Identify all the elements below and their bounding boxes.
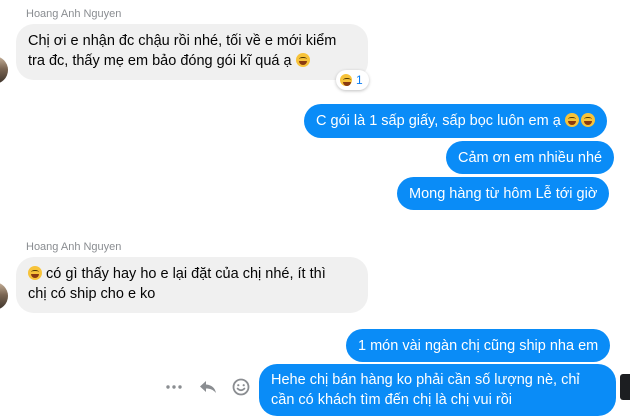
incoming-message-bubble[interactable]: có gì thấy hay ho e lại đặt của chị nhé,… xyxy=(16,257,368,313)
outgoing-message-bubble[interactable]: Hehe chị bán hàng ko phải cần số lượng n… xyxy=(259,364,616,416)
more-options-icon[interactable] xyxy=(163,376,185,398)
outgoing-message-bubble[interactable]: C gói là 1 sấp giấy, sấp bọc luôn em ạ xyxy=(304,104,607,138)
message-text: Mong hàng từ hôm Lễ tới giờ xyxy=(409,186,598,202)
reaction-badge[interactable]: 1 xyxy=(336,70,369,90)
message-text-line: Chị ơi e nhận đc chậu rồi nhé, tối về e … xyxy=(28,33,337,49)
laughing-emoji-icon xyxy=(28,266,42,280)
laughing-emoji-icon xyxy=(580,113,595,127)
outgoing-message-bubble[interactable]: 1 món vài ngàn chị cũng ship nha em xyxy=(346,329,611,362)
reply-icon[interactable] xyxy=(197,376,219,398)
laughing-emoji-icon xyxy=(295,53,310,67)
sender-name: Hoang Anh Nguyen xyxy=(26,8,122,20)
message-text: C gói là 1 sấp giấy, sấp bọc luôn em ạ xyxy=(316,113,561,129)
reaction-count: 1 xyxy=(356,73,363,87)
seen-avatar xyxy=(620,374,630,400)
outgoing-message-bubble[interactable]: Cảm ơn em nhiều nhé xyxy=(446,141,615,174)
message-text: 1 món vài ngàn chị cũng ship nha em xyxy=(358,338,599,354)
message-text: Cảm ơn em nhiều nhé xyxy=(458,150,603,166)
message-text-line: Hehe chị bán hàng ko phải cần số lượng n… xyxy=(271,372,580,388)
laughing-emoji-icon xyxy=(340,74,352,86)
laughing-emoji-icon xyxy=(564,113,579,127)
sender-name: Hoang Anh Nguyen xyxy=(26,241,122,253)
message-text-line: chị có ship cho e ko xyxy=(28,286,156,302)
message-text-line: tra đc, thấy mẹ em bảo đóng gói kĩ quá ạ xyxy=(28,51,356,71)
avatar[interactable] xyxy=(0,282,8,310)
avatar[interactable] xyxy=(0,56,8,84)
emoji-react-icon[interactable] xyxy=(230,376,252,398)
message-text-line: có gì thấy hay ho e lại đặt của chị nhé,… xyxy=(28,264,356,284)
incoming-message-bubble[interactable]: Chị ơi e nhận đc chậu rồi nhé, tối về e … xyxy=(16,24,368,80)
outgoing-message-bubble[interactable]: Mong hàng từ hôm Lễ tới giờ xyxy=(397,177,610,210)
message-text-line: cần có khách tìm đến chị là chị vui rồi xyxy=(271,392,512,408)
